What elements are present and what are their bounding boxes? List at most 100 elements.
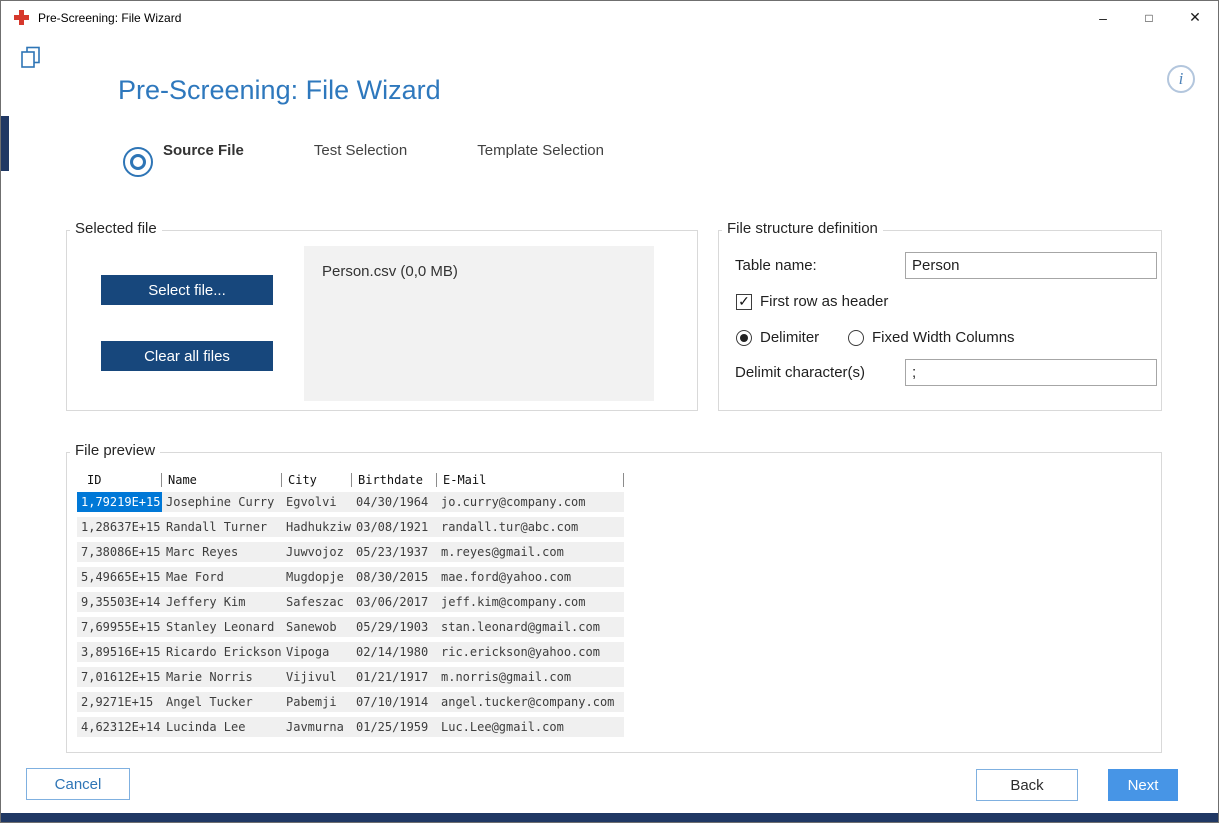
fixed-width-columns-radio[interactable]	[848, 330, 864, 346]
table-cell[interactable]: 05/23/1937	[352, 542, 437, 562]
table-cell[interactable]: 9,35503E+14	[77, 592, 162, 612]
table-cell[interactable]: 1,28637E+15	[77, 517, 162, 537]
table-cell[interactable]: Mae Ford	[162, 567, 282, 587]
table-cell[interactable]: jeff.kim@company.com	[437, 592, 624, 612]
back-button[interactable]: Back	[976, 769, 1078, 801]
minimize-button[interactable]: –	[1080, 1, 1126, 34]
table-cell[interactable]: Randall Turner	[162, 517, 282, 537]
first-row-header-label[interactable]: First row as header	[760, 293, 888, 310]
table-cell[interactable]: 3,89516E+15	[77, 642, 162, 662]
table-cell[interactable]: 03/08/1921	[352, 517, 437, 537]
maximize-button[interactable]: □	[1126, 1, 1172, 34]
table-name-label: Table name:	[735, 257, 817, 274]
table-cell[interactable]: 03/06/2017	[352, 592, 437, 612]
table-cell[interactable]: 4,62312E+14	[77, 717, 162, 737]
selected-files-panel: Person.csv (0,0 MB)	[304, 246, 654, 401]
delimit-character-input[interactable]	[905, 359, 1157, 386]
table-cell[interactable]: Ricardo Erickson	[162, 642, 282, 662]
table-name-input[interactable]	[905, 252, 1157, 279]
close-button[interactable]: ✕	[1172, 1, 1218, 34]
document-copy-icon	[20, 46, 42, 75]
table-cell[interactable]: m.reyes@gmail.com	[437, 542, 624, 562]
table-cell[interactable]: 7,38086E+15	[77, 542, 162, 562]
table-cell[interactable]: Josephine Curry	[162, 492, 282, 512]
table-row[interactable]: 4,62312E+14Lucinda LeeJavmurna01/25/1959…	[77, 717, 624, 737]
info-icon[interactable]: i	[1167, 65, 1195, 93]
table-cell[interactable]: 5,49665E+15	[77, 567, 162, 587]
table-cell[interactable]: jo.curry@company.com	[437, 492, 624, 512]
file-preview-group-label: File preview	[70, 442, 160, 459]
selected-file-group: Selected file Select file... Clear all f…	[66, 230, 698, 411]
table-cell[interactable]: Hadhukziw	[282, 517, 352, 537]
table-row[interactable]: 7,38086E+15Marc ReyesJuwvojoz05/23/1937m…	[77, 542, 624, 562]
table-cell[interactable]: Luc.Lee@gmail.com	[437, 717, 624, 737]
table-row[interactable]: 3,89516E+15Ricardo EricksonVipoga02/14/1…	[77, 642, 624, 662]
table-row[interactable]: 7,01612E+15Marie NorrisVijivul01/21/1917…	[77, 667, 624, 687]
table-cell[interactable]: mae.ford@yahoo.com	[437, 567, 624, 587]
table-cell[interactable]: 07/10/1914	[352, 692, 437, 712]
cancel-button[interactable]: Cancel	[26, 768, 130, 800]
table-row[interactable]: 9,35503E+14Jeffery KimSafeszac03/06/2017…	[77, 592, 624, 612]
next-button[interactable]: Next	[1108, 769, 1178, 801]
table-cell[interactable]: Juwvojoz	[282, 542, 352, 562]
table-cell[interactable]: Pabemji	[282, 692, 352, 712]
table-row[interactable]: 1,28637E+15Randall TurnerHadhukziw03/08/…	[77, 517, 624, 537]
file-preview-table: IDNameCityBirthdateE-Mail1,79219E+15Jose…	[77, 469, 624, 742]
delimiter-radio[interactable]	[736, 330, 752, 346]
step-template-selection[interactable]: Template Selection	[477, 142, 604, 159]
table-cell[interactable]: Mugdopje	[282, 567, 352, 587]
active-step-circle-icon	[123, 147, 153, 177]
table-cell[interactable]: Stanley Leonard	[162, 617, 282, 637]
table-cell[interactable]: Vipoga	[282, 642, 352, 662]
delimit-character-label: Delimit character(s)	[735, 364, 865, 381]
column-header-name[interactable]: Name	[162, 469, 282, 491]
table-cell[interactable]: randall.tur@abc.com	[437, 517, 624, 537]
delimiter-radio-label[interactable]: Delimiter	[760, 329, 819, 346]
column-header-birthdate[interactable]: Birthdate	[352, 469, 437, 491]
table-cell[interactable]: 01/25/1959	[352, 717, 437, 737]
table-cell[interactable]: Angel Tucker	[162, 692, 282, 712]
table-cell[interactable]: 01/21/1917	[352, 667, 437, 687]
table-cell[interactable]: Sanewob	[282, 617, 352, 637]
table-cell[interactable]: angel.tucker@company.com	[437, 692, 624, 712]
table-cell[interactable]: 08/30/2015	[352, 567, 437, 587]
table-cell[interactable]: stan.leonard@gmail.com	[437, 617, 624, 637]
table-row[interactable]: 2,9271E+15Angel TuckerPabemji07/10/1914a…	[77, 692, 624, 712]
step-source-file[interactable]: Source File	[163, 142, 244, 159]
table-cell[interactable]: 2,9271E+15	[77, 692, 162, 712]
table-row[interactable]: 1,79219E+15Josephine CurryEgvolvi04/30/1…	[77, 492, 624, 512]
table-cell[interactable]: Marie Norris	[162, 667, 282, 687]
table-cell[interactable]: 02/14/1980	[352, 642, 437, 662]
table-cell[interactable]: Egvolvi	[282, 492, 352, 512]
select-file-button[interactable]: Select file...	[101, 275, 273, 305]
table-cell[interactable]: 04/30/1964	[352, 492, 437, 512]
table-cell[interactable]: m.norris@gmail.com	[437, 667, 624, 687]
left-accent-strip	[1, 116, 9, 171]
window-controls: – □ ✕	[1080, 1, 1218, 34]
table-row[interactable]: 5,49665E+15Mae FordMugdopje08/30/2015mae…	[77, 567, 624, 587]
table-cell[interactable]: Vijivul	[282, 667, 352, 687]
table-cell[interactable]: 1,79219E+15	[77, 492, 162, 512]
column-header-id[interactable]: ID	[77, 469, 162, 491]
table-cell[interactable]: Lucinda Lee	[162, 717, 282, 737]
bottom-accent-strip	[1, 813, 1218, 822]
table-cell[interactable]: Javmurna	[282, 717, 352, 737]
column-header-email[interactable]: E-Mail	[437, 469, 624, 491]
fixed-width-columns-label[interactable]: Fixed Width Columns	[872, 329, 1015, 346]
clear-all-files-button[interactable]: Clear all files	[101, 341, 273, 371]
step-test-selection[interactable]: Test Selection	[314, 142, 407, 159]
table-cell[interactable]: 05/29/1903	[352, 617, 437, 637]
table-row[interactable]: 7,69955E+15Stanley LeonardSanewob05/29/1…	[77, 617, 624, 637]
selected-file-name[interactable]: Person.csv (0,0 MB)	[322, 263, 458, 280]
table-cell[interactable]: 7,01612E+15	[77, 667, 162, 687]
first-row-header-checkbox[interactable]: ✓	[736, 294, 752, 310]
table-cell[interactable]: Safeszac	[282, 592, 352, 612]
wizard-window: Pre-Screening: File Wizard – □ ✕ Pre-Scr…	[0, 0, 1219, 823]
file-structure-group: File structure definition Table name: ✓ …	[718, 230, 1162, 411]
table-cell[interactable]: ric.erickson@yahoo.com	[437, 642, 624, 662]
table-header-row: IDNameCityBirthdateE-Mail	[77, 469, 624, 491]
table-cell[interactable]: Jeffery Kim	[162, 592, 282, 612]
table-cell[interactable]: 7,69955E+15	[77, 617, 162, 637]
table-cell[interactable]: Marc Reyes	[162, 542, 282, 562]
column-header-city[interactable]: City	[282, 469, 352, 491]
